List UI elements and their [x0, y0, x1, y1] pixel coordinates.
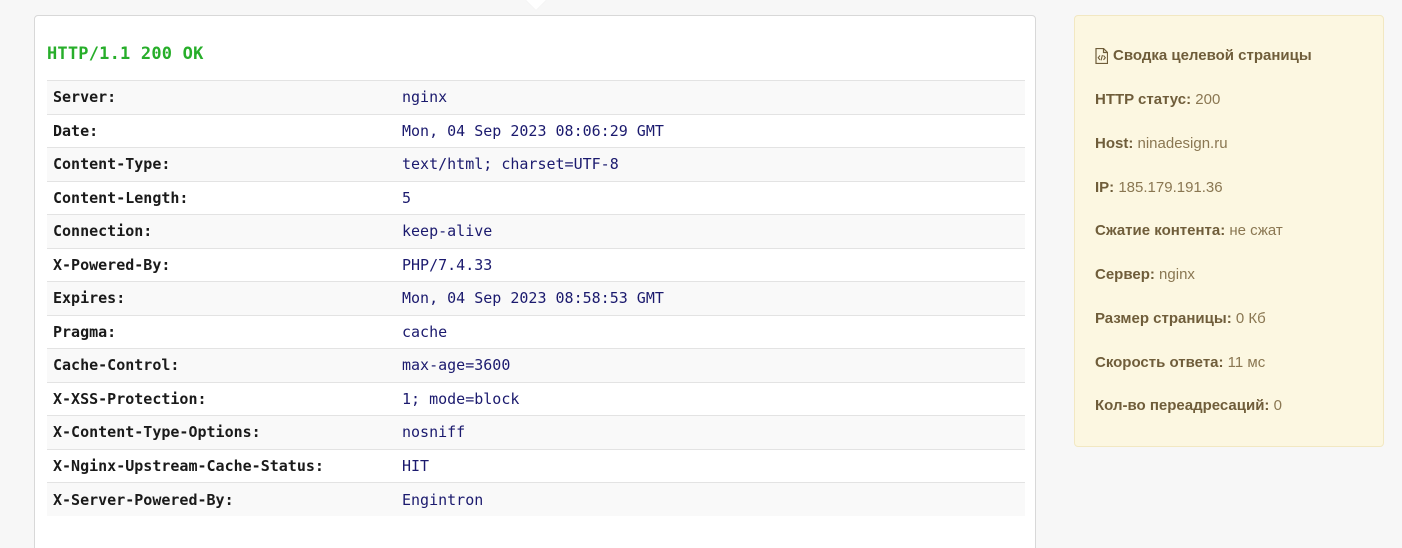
summary-value: 0 Кб: [1235, 310, 1266, 327]
header-name: X-Content-Type-Options:: [53, 423, 261, 442]
summary-label: Размер страницы:: [1095, 310, 1232, 327]
table-row: X-Server-Powered-By: Engintron: [47, 482, 1025, 516]
summary-value: 200: [1195, 91, 1221, 108]
header-value: max-age=3600: [402, 356, 511, 375]
summary-label: Кол-во переадресаций:: [1095, 397, 1270, 414]
summary-value: 0: [1273, 397, 1282, 414]
table-row: X-Content-Type-Options: nosniff: [47, 415, 1025, 449]
header-value: text/html; charset=UTF-8: [402, 155, 619, 174]
header-value: Mon, 04 Sep 2023 08:58:53 GMT: [402, 289, 664, 308]
table-row: Server: nginx: [47, 80, 1025, 114]
target-page-summary-panel: Сводка целевой страницы HTTP статус: 200…: [1074, 15, 1384, 447]
summary-value: ninadesign.ru: [1137, 135, 1228, 152]
header-name: X-Nginx-Upstream-Cache-Status:: [53, 456, 324, 475]
header-value: nginx: [402, 88, 448, 107]
summary-title: Сводка целевой страницы: [1095, 47, 1312, 64]
header-name: X-XSS-Protection:: [53, 389, 207, 408]
summary-label: Host:: [1095, 135, 1134, 152]
header-name: Pragma:: [53, 322, 117, 341]
header-value: HIT: [402, 456, 430, 475]
header-name: Server:: [53, 88, 117, 107]
header-name: Expires:: [53, 289, 126, 308]
header-value: nosniff: [402, 423, 466, 442]
header-value: PHP/7.4.33: [402, 255, 493, 274]
table-row: Expires: Mon, 04 Sep 2023 08:58:53 GMT: [47, 281, 1025, 315]
summary-label: Скорость ответа:: [1095, 354, 1224, 371]
header-name: Date:: [53, 121, 99, 140]
http-status-line: HTTP/1.1 200 OK: [47, 44, 204, 64]
page: HTTP/1.1 200 OK Server: nginx Date: Mon,…: [0, 0, 1402, 548]
summary-label: IP:: [1095, 179, 1115, 196]
header-value: Engintron: [402, 490, 484, 509]
table-row: Pragma: cache: [47, 315, 1025, 349]
file-code-icon: [1095, 47, 1108, 64]
summary-server: Сервер: nginx: [1095, 266, 1195, 283]
summary-label: Сервер:: [1095, 266, 1155, 283]
table-row: X-Nginx-Upstream-Cache-Status: HIT: [47, 449, 1025, 483]
summary-label: Сжатие контента:: [1095, 222, 1226, 239]
summary-redirects: Кол-во переадресаций: 0: [1095, 397, 1282, 414]
header-name: Cache-Control:: [53, 356, 180, 375]
pointer-notch: [526, 0, 546, 10]
summary-host: Host: ninadesign.ru: [1095, 135, 1228, 152]
header-name: X-Powered-By:: [53, 255, 171, 274]
header-name: Connection:: [53, 222, 153, 241]
summary-value: 11 мс: [1227, 354, 1266, 371]
summary-label: HTTP статус:: [1095, 91, 1192, 108]
table-row: Content-Type: text/html; charset=UTF-8: [47, 147, 1025, 181]
table-row: Content-Length: 5: [47, 181, 1025, 215]
summary-http-status: HTTP статус: 200: [1095, 91, 1220, 108]
header-value: 1; mode=block: [402, 389, 520, 408]
table-row: Date: Mon, 04 Sep 2023 08:06:29 GMT: [47, 114, 1025, 148]
response-headers-table: Server: nginx Date: Mon, 04 Sep 2023 08:…: [47, 80, 1025, 516]
summary-compression: Сжатие контента: не сжат: [1095, 222, 1283, 239]
header-value: keep-alive: [402, 222, 493, 241]
summary-value: nginx: [1159, 266, 1195, 283]
table-row: X-Powered-By: PHP/7.4.33: [47, 248, 1025, 282]
table-row: Connection: keep-alive: [47, 214, 1025, 248]
summary-ip: IP: 185.179.191.36: [1095, 179, 1223, 196]
header-value: 5: [402, 188, 412, 207]
response-headers-card: HTTP/1.1 200 OK Server: nginx Date: Mon,…: [34, 15, 1036, 548]
table-row: Cache-Control: max-age=3600: [47, 348, 1025, 382]
summary-response-speed: Скорость ответа: 11 мс: [1095, 354, 1265, 371]
header-value: Mon, 04 Sep 2023 08:06:29 GMT: [402, 121, 664, 140]
header-name: X-Server-Powered-By:: [53, 490, 234, 509]
header-name: Content-Type:: [53, 155, 171, 174]
summary-value: 185.179.191.36: [1118, 179, 1223, 196]
summary-title-text: Сводка целевой страницы: [1113, 47, 1312, 64]
header-name: Content-Length:: [53, 188, 189, 207]
table-row: X-XSS-Protection: 1; mode=block: [47, 382, 1025, 416]
summary-page-size: Размер страницы: 0 Кб: [1095, 310, 1266, 327]
header-value: cache: [402, 322, 448, 341]
summary-value: не сжат: [1229, 222, 1283, 239]
